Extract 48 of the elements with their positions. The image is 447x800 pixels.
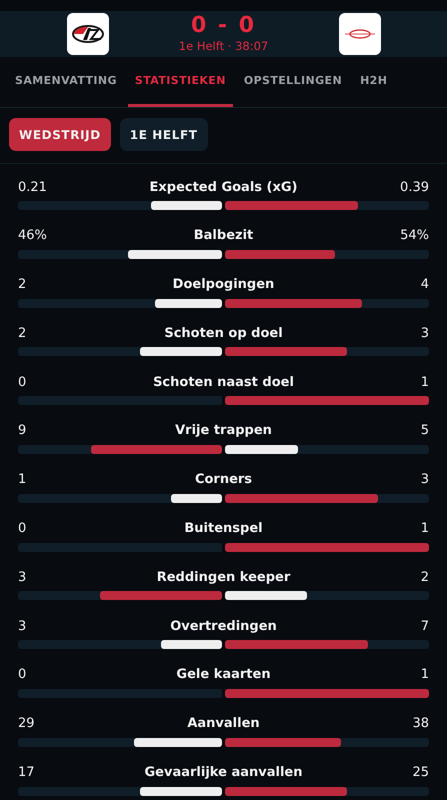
- away-value: 1: [420, 374, 429, 390]
- stat-name: Reddingen keeper: [156, 570, 290, 585]
- home-value: 0: [18, 521, 28, 536]
- tab[interactable]: H2H: [353, 57, 394, 107]
- period-button[interactable]: WEDSTRIJD: [9, 118, 111, 151]
- score: 0 - 0: [190, 14, 256, 38]
- home-value: 17: [18, 765, 36, 780]
- stat-name: Aanvallen: [187, 716, 260, 732]
- match-status: 1e Helft · 38:07: [178, 38, 268, 54]
- home-value: 3: [18, 618, 28, 634]
- home-value: 46%: [18, 228, 48, 244]
- home-value: 29: [18, 716, 36, 732]
- away-value: 7: [420, 618, 429, 634]
- away-value: 2: [420, 570, 429, 585]
- stat-name: Schoten naast doel: [153, 374, 294, 390]
- away-value: 1: [420, 667, 429, 682]
- away-value: 3: [420, 472, 429, 488]
- period-button[interactable]: 1E HELFT: [120, 118, 208, 151]
- away-value: 3: [420, 326, 429, 341]
- tab[interactable]: STATISTIEKEN: [128, 57, 233, 107]
- stat-name: Expected Goals (xG): [150, 180, 298, 194]
- stat-name: Doelpogingen: [172, 277, 274, 292]
- tab[interactable]: OPSTELLINGEN: [236, 57, 350, 107]
- stat-name: Balbezit: [194, 228, 254, 244]
- home-value: 2: [18, 277, 28, 292]
- away-team-logo: [338, 13, 380, 55]
- away-value: 25: [411, 765, 429, 780]
- stat-name: Corners: [194, 472, 252, 488]
- away-value: 38: [411, 716, 429, 732]
- home-value: 9: [18, 423, 28, 438]
- stat-name: Buitenspel: [184, 521, 263, 536]
- stat-name: Gele kaarten: [176, 667, 271, 682]
- home-value: 0: [18, 374, 28, 390]
- away-value: 0.39: [399, 180, 429, 194]
- away-value: 1: [420, 521, 429, 536]
- away-value: 4: [420, 277, 429, 292]
- home-value: 1: [18, 472, 28, 488]
- tab[interactable]: SAMENVATTING: [8, 57, 124, 107]
- home-value: 0: [18, 667, 28, 682]
- away-value: 54%: [399, 228, 429, 244]
- home-value: 3: [18, 570, 28, 585]
- stat-name: Gevaarlijke aanvallen: [144, 765, 302, 780]
- away-value: 5: [420, 423, 429, 438]
- home-value: 0.21: [18, 180, 48, 194]
- stat-name: Schoten op doel: [164, 326, 283, 341]
- stat-name: Vrije trappen: [175, 423, 272, 438]
- stat-name: Overtredingen: [170, 618, 277, 634]
- home-value: 2: [18, 326, 28, 341]
